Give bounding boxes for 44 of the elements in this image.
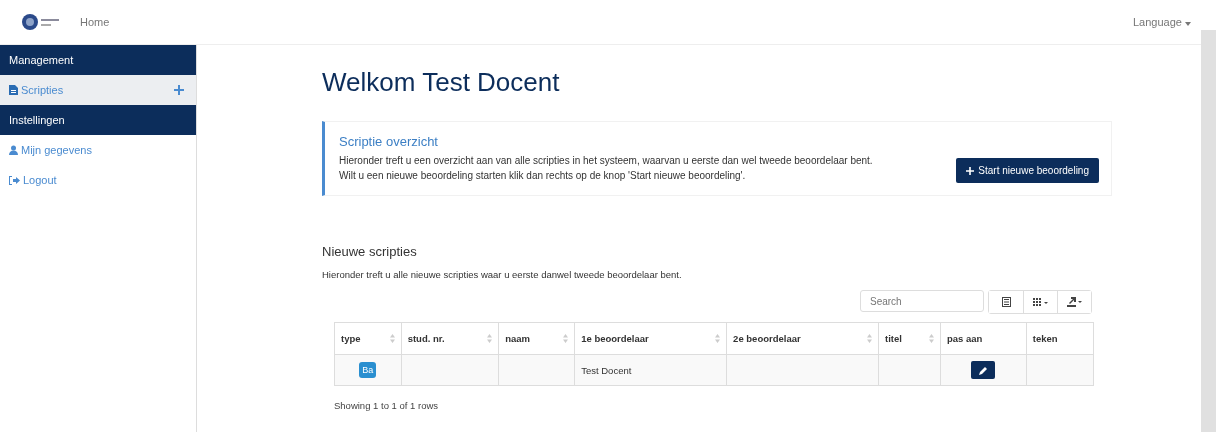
list-icon: [1001, 297, 1011, 307]
table-cell: Test Docent: [581, 364, 632, 376]
scrollbar[interactable]: [1201, 30, 1216, 432]
start-button[interactable]: Start nieuwe beoordeling: [956, 158, 1099, 183]
document-icon: [9, 85, 18, 95]
column-header[interactable]: titel: [878, 322, 941, 355]
panel-title: Scriptie overzicht: [339, 134, 439, 149]
logout-icon: [9, 175, 20, 185]
panel-text: Wilt u een nieuwe beoordeling starten klik dan rechts op de knop 'Start nieuwe beoordeling'.: [339, 169, 747, 183]
section-description: Hieronder treft u alle nieuwe scripties waar u eerste danwel tweede beoordelaar bent.: [322, 269, 683, 280]
column-header[interactable]: 1e beoordelaar: [574, 322, 727, 355]
pencil-icon: [978, 365, 988, 375]
sort-icon: [563, 334, 569, 343]
language-dropdown[interactable]: Language: [1133, 16, 1191, 28]
column-header[interactable]: type: [334, 322, 402, 355]
caret-icon: [1185, 22, 1191, 26]
panel-text: Hieronder treft u een overzicht aan van alle scripties in het systeem, waarvan u eerste dan wel tweede beoordelaar bent.: [339, 154, 873, 168]
export-button[interactable]: [1057, 291, 1091, 313]
grid-icon: [1032, 297, 1049, 307]
column-header: pas aan: [940, 322, 1027, 355]
home-link[interactable]: Home: [80, 16, 110, 28]
search-field[interactable]: Search: [860, 290, 984, 312]
export-icon: [1066, 297, 1083, 307]
add-button[interactable]: [174, 85, 184, 95]
sort-icon: [715, 334, 721, 343]
page-title: Welkom Test Docent: [322, 67, 561, 98]
column-header[interactable]: naam: [498, 322, 575, 355]
column-header: teken: [1026, 322, 1094, 355]
user-icon: [9, 145, 18, 155]
column-header[interactable]: 2e beoordelaar: [726, 322, 879, 355]
sort-icon: [389, 334, 395, 343]
logo-icon: [22, 12, 62, 32]
column-header[interactable]: stud. nr.: [401, 322, 499, 355]
type-badge: Ba: [359, 362, 377, 378]
plus-icon: [966, 166, 975, 175]
plus-icon: [174, 85, 184, 95]
edit-button[interactable]: [971, 361, 996, 379]
sort-icon: [867, 334, 873, 343]
sort-icon: [487, 334, 493, 343]
section-title: Nieuwe scripties: [322, 244, 418, 259]
sidebar-header: Instellingen: [0, 105, 196, 135]
sidebar-header: Management: [0, 45, 196, 75]
pagination-info: Showing 1 to 1 of 1 rows: [334, 400, 440, 411]
sort-icon: [928, 334, 934, 343]
